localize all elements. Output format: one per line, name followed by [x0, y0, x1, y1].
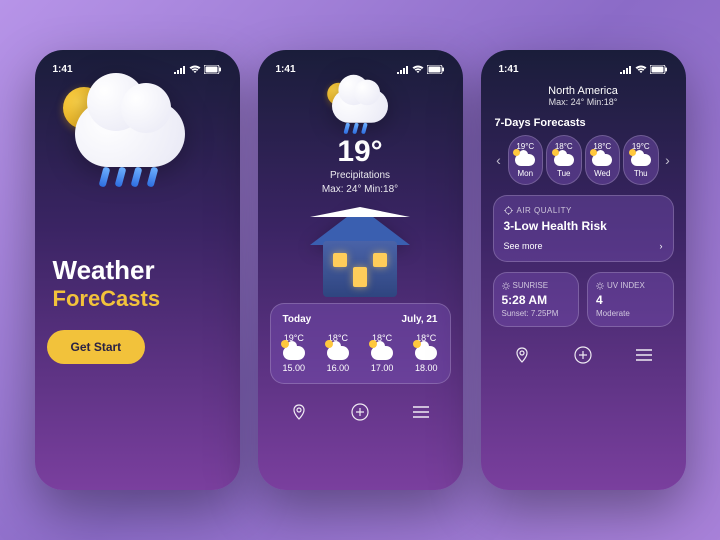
day-chip[interactable]: 18°CWed	[585, 135, 621, 185]
chevron-left-icon[interactable]: ‹	[493, 152, 505, 168]
see-more-link[interactable]: See more ›	[504, 241, 663, 251]
day-chip[interactable]: 18°CTue	[546, 135, 582, 185]
status-icons	[397, 65, 445, 74]
hour-time: 18.00	[415, 363, 438, 373]
menu-icon[interactable]	[636, 349, 652, 361]
sunrise-card[interactable]: SUNRISE 5:28 AM Sunset: 7.25PM	[493, 272, 580, 327]
today-screen: 1:41 19° Precipitations Max: 24° Min:18°…	[258, 50, 463, 490]
status-icons	[620, 65, 668, 74]
cloud-icon	[415, 346, 437, 360]
day-chip[interactable]: 19°CMon	[508, 135, 544, 185]
day-name: Thu	[634, 169, 648, 178]
title-line2: ForeCasts	[53, 286, 228, 312]
app-title: Weather ForeCasts	[47, 255, 228, 312]
days-row: ‹ 19°CMon 18°CTue 18°CWed 19°CThu ›	[493, 135, 674, 185]
hour-item[interactable]: 18°C18.00	[415, 333, 438, 373]
cloud-icon	[327, 346, 349, 360]
wifi-icon	[412, 65, 424, 74]
wifi-icon	[635, 65, 647, 74]
location-icon[interactable]	[291, 404, 307, 420]
hour-item[interactable]: 18°C16.00	[327, 333, 350, 373]
battery-icon	[204, 65, 222, 74]
hourly-forecast[interactable]: 19°C15.00 18°C16.00 18°C17.00 18°C18.00	[283, 333, 438, 373]
status-time: 1:41	[53, 64, 73, 75]
sun-icon	[596, 282, 604, 290]
hour-time: 15.00	[283, 363, 306, 373]
hour-item[interactable]: 18°C17.00	[371, 333, 394, 373]
sunrise-label: SUNRISE	[513, 281, 549, 290]
onboarding-screen: 1:41 Weather ForeCasts Get Start	[35, 50, 240, 490]
chevron-right-icon: ›	[660, 241, 663, 251]
menu-icon[interactable]	[413, 406, 429, 418]
day-name: Wed	[594, 169, 610, 178]
precip-label: Precipitations	[322, 169, 398, 183]
day-chip[interactable]: 19°CThu	[623, 135, 659, 185]
hour-time: 17.00	[371, 363, 394, 373]
current-temp: 19°	[337, 135, 382, 169]
sunrise-value: 5:28 AM	[502, 293, 571, 307]
aq-label-text: AIR QUALITY	[517, 206, 572, 215]
cloud-icon	[592, 154, 612, 166]
crosshair-icon	[504, 206, 513, 215]
cloud-icon	[283, 346, 305, 360]
uv-level: Moderate	[596, 309, 665, 318]
air-quality-card[interactable]: AIR QUALITY 3-Low Health Risk See more ›	[493, 195, 674, 262]
cloud-icon	[631, 154, 651, 166]
today-card: Today July, 21 19°C15.00 18°C16.00 18°C1…	[270, 303, 451, 384]
add-icon[interactable]	[573, 345, 593, 365]
weather-hero-icon	[75, 101, 228, 167]
today-date: July, 21	[402, 314, 438, 325]
uv-card[interactable]: UV INDEX 4 Moderate	[587, 272, 674, 327]
maxmin-label: Max: 24° Min:18°	[322, 183, 398, 197]
cloud-icon	[554, 154, 574, 166]
battery-icon	[427, 65, 445, 74]
uv-label: UV INDEX	[607, 281, 645, 290]
status-bar: 1:41	[493, 62, 674, 83]
hour-item[interactable]: 19°C15.00	[283, 333, 306, 373]
signal-icon	[174, 66, 186, 74]
cloud-icon	[515, 154, 535, 166]
location-maxmin: Max: 24° Min:18°	[493, 97, 674, 107]
sun-icon	[502, 282, 510, 290]
signal-icon	[397, 66, 409, 74]
hour-time: 16.00	[327, 363, 350, 373]
weather-icon	[332, 89, 388, 123]
sunset-value: Sunset: 7.25PM	[502, 309, 571, 318]
day-name: Tue	[557, 169, 571, 178]
forecast-title: 7-Days Forecasts	[495, 117, 674, 129]
house-illustration	[295, 207, 425, 297]
status-time: 1:41	[276, 64, 296, 75]
bottom-nav	[493, 337, 674, 365]
status-icons	[174, 65, 222, 74]
wifi-icon	[189, 65, 201, 74]
bottom-nav	[270, 394, 451, 422]
cloud-icon	[371, 346, 393, 360]
status-bar: 1:41	[47, 62, 228, 83]
day-name: Mon	[517, 169, 533, 178]
add-icon[interactable]	[350, 402, 370, 422]
location-name: North America	[493, 85, 674, 97]
signal-icon	[620, 66, 632, 74]
location-icon[interactable]	[514, 347, 530, 363]
title-line1: Weather	[53, 255, 228, 286]
status-time: 1:41	[499, 64, 519, 75]
forecast-screen: 1:41 North America Max: 24° Min:18° 7-Da…	[481, 50, 686, 490]
see-more-text: See more	[504, 241, 543, 251]
today-label: Today	[283, 314, 312, 325]
chevron-right-icon[interactable]: ›	[662, 152, 674, 168]
aq-value: 3-Low Health Risk	[504, 219, 663, 233]
uv-value: 4	[596, 293, 665, 307]
battery-icon	[650, 65, 668, 74]
get-start-button[interactable]: Get Start	[47, 330, 146, 364]
